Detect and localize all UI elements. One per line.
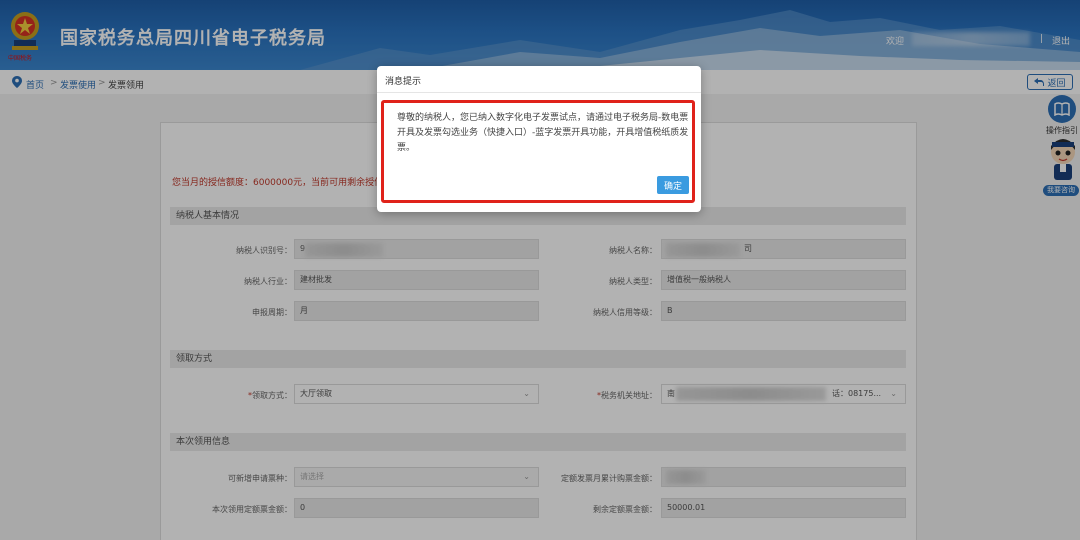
ok-button[interactable]: 确定 — [657, 176, 689, 194]
message-dialog: 消息提示 尊敬的纳税人，您已纳入数字化电子发票试点，请通过电子税务局-数电票开具… — [377, 66, 701, 212]
dialog-title: 消息提示 — [385, 77, 422, 87]
dialog-divider — [377, 92, 701, 93]
dialog-message: 尊敬的纳税人，您已纳入数字化电子发票试点，请通过电子税务局-数电票开具及发票勾选… — [397, 113, 689, 153]
